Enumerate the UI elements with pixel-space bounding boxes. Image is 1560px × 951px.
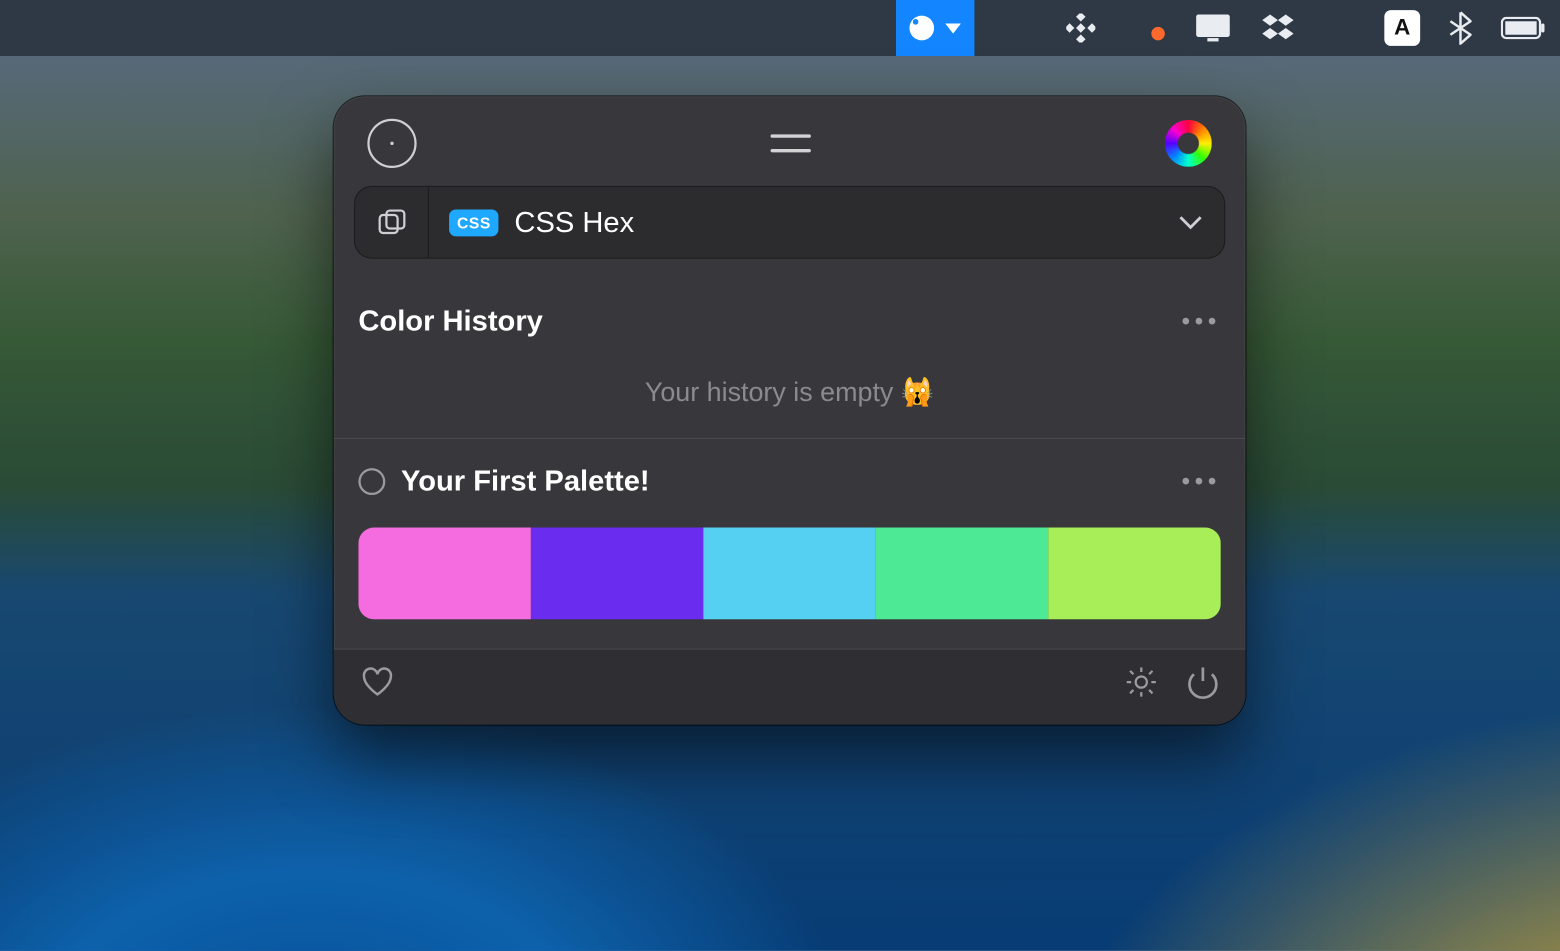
dropbox-menubar-item[interactable] (1261, 0, 1295, 56)
display-icon (1194, 12, 1232, 43)
input-a-icon: A (1384, 10, 1420, 46)
dropbox-icon (1261, 13, 1295, 42)
palette-section: Your First Palette! ••• (334, 438, 1246, 649)
history-empty-message: Your history is empty 🙀 (358, 376, 1220, 408)
mac-menubar: A (0, 0, 1560, 56)
input-source-menubar-item[interactable]: A (1384, 0, 1420, 56)
palette-swatches (358, 528, 1220, 620)
setapp-menubar-item[interactable] (1066, 0, 1095, 56)
menu-line-icon (771, 149, 811, 152)
search-icon (1324, 12, 1355, 43)
palette-ring-icon (358, 468, 385, 495)
palette-swatch[interactable] (358, 528, 530, 620)
heart-icon (361, 666, 395, 697)
screen-menubar-item[interactable] (1194, 0, 1232, 56)
gear-icon (1124, 665, 1158, 699)
palette-swatch[interactable] (703, 528, 875, 620)
quit-button[interactable] (1187, 665, 1218, 704)
menu-line-icon (771, 134, 811, 137)
sip-swatch-icon (909, 16, 934, 41)
color-wheel-button[interactable] (1165, 120, 1212, 167)
sip-menubar-item[interactable] (896, 0, 974, 56)
eyedropper-button[interactable] (367, 119, 416, 168)
format-chevron[interactable] (1157, 187, 1224, 258)
notification-dot-icon (1151, 27, 1164, 40)
popover-footer (334, 648, 1246, 724)
favorites-button[interactable] (361, 666, 395, 703)
spotlight-menubar-item[interactable] (1324, 0, 1355, 56)
css-badge-icon: CSS (449, 209, 499, 236)
palette-swatch[interactable] (1048, 528, 1220, 620)
chevron-down-icon (945, 23, 961, 33)
bluetooth-menubar-item[interactable] (1449, 0, 1471, 56)
battery-menubar-item[interactable] (1501, 0, 1546, 56)
setapp-icon (1066, 13, 1095, 42)
cast-menubar-item[interactable] (1004, 0, 1038, 56)
copy-icon (377, 208, 406, 237)
power-icon (1187, 665, 1218, 699)
palette-swatch[interactable] (531, 528, 703, 620)
bluetooth-icon (1449, 11, 1471, 45)
cast-icon (1004, 13, 1038, 42)
history-more-button[interactable]: ••• (1181, 309, 1220, 334)
chevron-down-icon (1178, 214, 1203, 230)
battery-icon (1501, 17, 1546, 39)
format-selector: CSS CSS Hex (354, 186, 1225, 259)
color-history-section: Color History ••• Your history is empty … (334, 279, 1246, 438)
palette-title: Your First Palette! (401, 464, 650, 499)
settings-button[interactable] (1124, 665, 1158, 704)
section-title: Color History (358, 304, 542, 339)
copy-color-button[interactable] (355, 187, 429, 258)
format-label: CSS Hex (514, 205, 634, 240)
sip-popover: CSS CSS Hex Color History ••• Your histo… (334, 96, 1246, 724)
palette-more-button[interactable]: ••• (1181, 469, 1220, 494)
palette-swatch[interactable] (876, 528, 1048, 620)
dock-menu-button[interactable] (771, 134, 811, 152)
cloud-menubar-item[interactable] (1124, 0, 1164, 56)
format-dropdown[interactable]: CSS CSS Hex (429, 187, 1157, 258)
